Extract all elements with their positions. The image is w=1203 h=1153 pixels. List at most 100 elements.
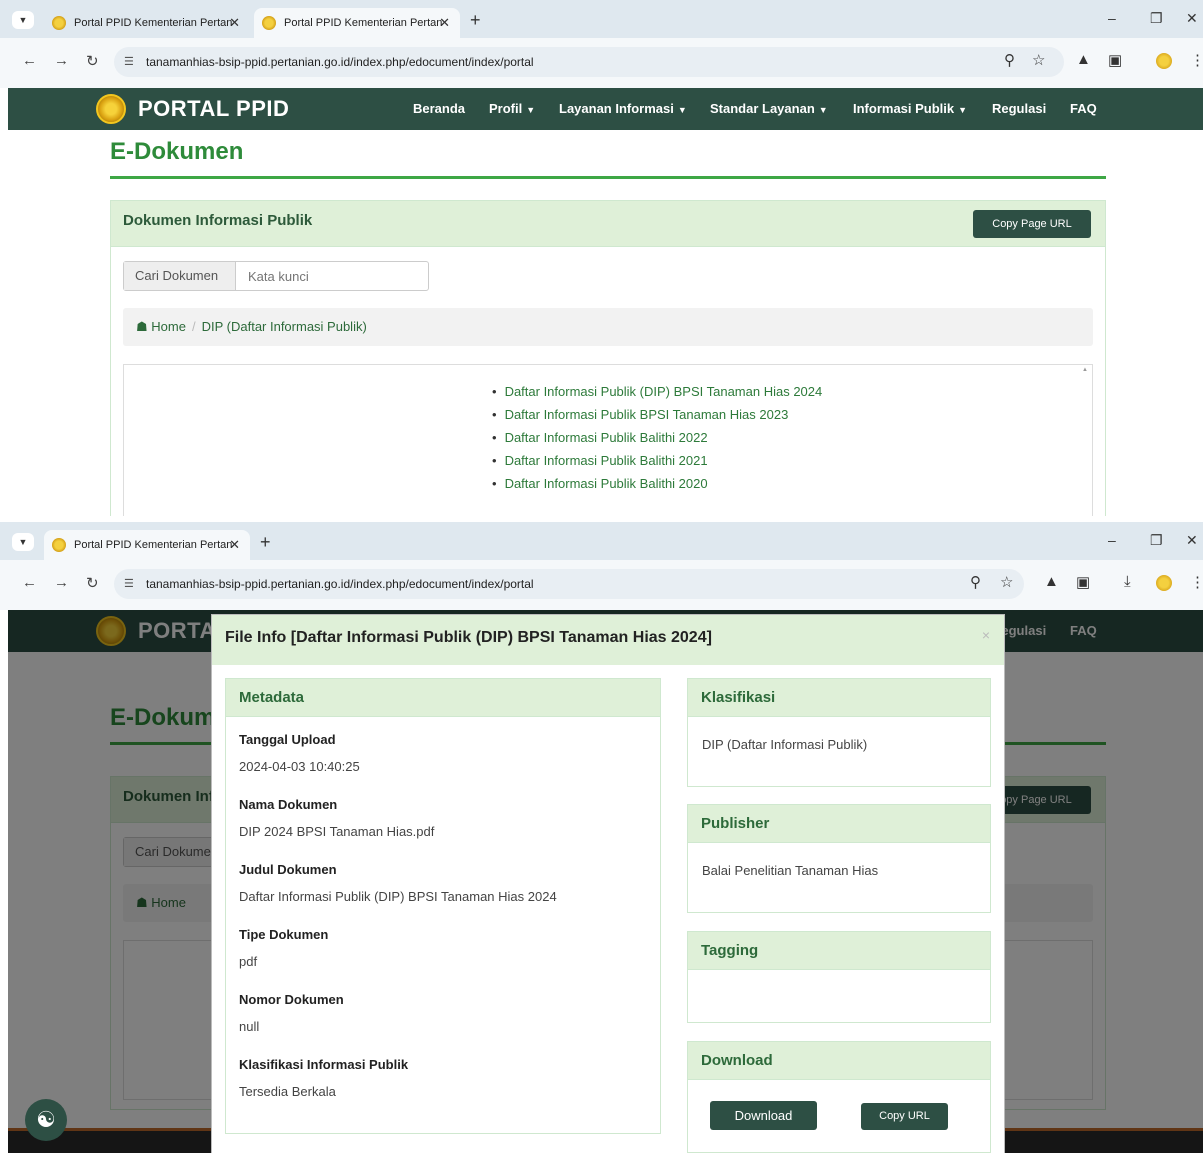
nav-label: Informasi Publik xyxy=(853,101,955,116)
nav-item-profil[interactable]: Profil ▼ xyxy=(489,101,535,116)
ppid-favicon-icon xyxy=(262,16,276,30)
tab-strip: ▼ Portal PPID Kementerian Pertan ✕ Porta… xyxy=(0,0,1203,38)
minimize-button[interactable]: – xyxy=(1108,532,1116,548)
modal-close-icon[interactable]: × xyxy=(982,627,990,643)
caret-down-icon: ▼ xyxy=(818,105,828,115)
klasifikasi-title: Klasifikasi xyxy=(688,679,990,717)
tab-search-chevron-icon[interactable]: ▼ xyxy=(12,11,34,29)
document-link[interactable]: Daftar Informasi Publik (DIP) BPSI Tanam… xyxy=(492,383,823,406)
breadcrumb: ☗ Home / DIP (Daftar Informasi Publik) xyxy=(123,308,1093,346)
minimize-button[interactable]: – xyxy=(1108,10,1116,26)
browser-tab-inactive[interactable]: Portal PPID Kementerian Pertan ✕ xyxy=(44,8,250,38)
restore-button[interactable]: ❐ xyxy=(1150,532,1163,549)
publisher-value: Balai Penelitian Tanaman Hias xyxy=(702,863,879,878)
nav-item-informasi-publik[interactable]: Informasi Publik ▼ xyxy=(853,101,967,116)
brand-title[interactable]: PORTAL PPID xyxy=(138,96,289,122)
accessibility-icon[interactable]: ☯ xyxy=(25,1099,67,1141)
metadata-fields: Tanggal Upload 2024-04-03 10:40:25 Nama … xyxy=(239,731,639,1121)
kebab-menu-icon[interactable]: ⋮ xyxy=(1190,51,1203,69)
back-arrow-icon[interactable]: ← xyxy=(22,52,37,69)
close-window-button[interactable]: ✕ xyxy=(1186,532,1198,549)
profile-avatar-icon[interactable] xyxy=(1156,575,1172,591)
bookmark-star-icon[interactable]: ☆ xyxy=(1032,51,1045,69)
reload-icon[interactable]: ↻ xyxy=(86,52,99,70)
password-key-icon[interactable]: ⚲ xyxy=(970,573,981,591)
password-key-icon[interactable]: ⚲ xyxy=(1004,51,1015,69)
scrollbar-up-icon[interactable]: ▲ xyxy=(1082,367,1090,373)
download-button[interactable]: Download xyxy=(710,1101,817,1130)
tagging-title: Tagging xyxy=(688,932,990,970)
klasifikasi-box: Klasifikasi DIP (Daftar Informasi Publik… xyxy=(687,678,991,787)
extension-icon[interactable]: ▲ xyxy=(1076,51,1091,68)
nav-item-faq[interactable]: FAQ xyxy=(1070,101,1097,116)
klasifikasi-value: DIP (Daftar Informasi Publik) xyxy=(702,737,868,752)
document-link[interactable]: Daftar Informasi Publik Balithi 2020 xyxy=(492,475,822,498)
new-tab-button[interactable]: + xyxy=(260,532,271,553)
tab-close-icon[interactable]: ✕ xyxy=(229,8,240,38)
kebab-menu-icon[interactable]: ⋮ xyxy=(1190,573,1203,591)
bookmark-star-icon[interactable]: ☆ xyxy=(1000,573,1013,591)
extension-icon[interactable]: ▲ xyxy=(1044,573,1059,590)
document-list-box: Daftar Informasi Publik (DIP) BPSI Tanam… xyxy=(123,364,1093,516)
download-icon[interactable]: ⤓ xyxy=(1124,573,1131,590)
site-info-icon[interactable]: ☰ xyxy=(124,569,134,599)
document-panel: Dokumen Informasi Publik Copy Page URL C… xyxy=(110,200,1106,516)
forward-arrow-icon[interactable]: → xyxy=(54,574,69,591)
metadata-box: Metadata Tanggal Upload 2024-04-03 10:40… xyxy=(225,678,661,1134)
nav-item-standar-layanan[interactable]: Standar Layanan ▼ xyxy=(710,101,828,116)
site-info-icon[interactable]: ☰ xyxy=(124,47,134,77)
page-title: E-Dokumen xyxy=(110,138,244,165)
address-toolbar: ← → ↻ ☰ tanamanhias-bsip-ppid.pertanian.… xyxy=(0,38,1203,88)
tab-search-chevron-icon[interactable]: ▼ xyxy=(12,533,34,551)
tab-close-icon[interactable]: ✕ xyxy=(229,530,240,560)
reload-icon[interactable]: ↻ xyxy=(86,574,99,592)
copy-page-url-button[interactable]: Copy Page URL xyxy=(973,210,1091,238)
document-list: Daftar Informasi Publik (DIP) BPSI Tanam… xyxy=(492,383,823,498)
panel-header: Dokumen Informasi Publik Copy Page URL xyxy=(111,201,1105,247)
breadcrumb-current[interactable]: DIP (Daftar Informasi Publik) xyxy=(202,319,367,334)
copy-url-button[interactable]: Copy URL xyxy=(861,1103,948,1130)
close-window-button[interactable]: ✕ xyxy=(1186,10,1198,27)
address-bar[interactable]: ☰ tanamanhias-bsip-ppid.pertanian.go.id/… xyxy=(114,569,1024,599)
document-link[interactable]: Daftar Informasi Publik Balithi 2021 xyxy=(492,452,822,475)
puzzle-extensions-icon[interactable]: ▣ xyxy=(1108,51,1122,69)
forward-arrow-icon[interactable]: → xyxy=(54,52,69,69)
nav-item-beranda[interactable]: Beranda xyxy=(413,101,465,116)
download-box: Download Download Copy URL xyxy=(687,1041,991,1153)
nav-item-regulasi[interactable]: Regulasi xyxy=(992,101,1046,116)
nav-label: Beranda xyxy=(413,101,466,116)
browser-tab-active[interactable]: Portal PPID Kementerian Pertan ✕ xyxy=(44,530,250,560)
tab-title: Portal PPID Kementerian Pertan xyxy=(74,17,233,29)
ppid-logo-icon xyxy=(96,94,126,124)
browser-window-modal: ▼ Portal PPID Kementerian Pertan ✕ + – ❐… xyxy=(0,522,1203,1153)
profile-avatar-icon[interactable] xyxy=(1156,53,1172,69)
nav-label: Profil xyxy=(489,101,523,116)
field-label: Nama Dokumen xyxy=(239,797,338,812)
tab-close-icon[interactable]: ✕ xyxy=(439,8,450,38)
file-info-modal: File Info [Daftar Informasi Publik (DIP)… xyxy=(211,614,1005,1153)
field-value: null xyxy=(239,1019,260,1034)
tab-strip: ▼ Portal PPID Kementerian Pertan ✕ + – ❐… xyxy=(0,522,1203,560)
document-link[interactable]: Daftar Informasi Publik Balithi 2022 xyxy=(492,429,822,452)
field-value: 2024-04-03 10:40:25 xyxy=(239,759,360,774)
search-input[interactable] xyxy=(236,262,428,290)
field-label: Klasifikasi Informasi Publik xyxy=(239,1057,409,1072)
back-arrow-icon[interactable]: ← xyxy=(22,574,37,591)
breadcrumb-home[interactable]: ☗ Home xyxy=(136,319,186,334)
puzzle-extensions-icon[interactable]: ▣ xyxy=(1076,573,1090,591)
new-tab-button[interactable]: + xyxy=(470,10,481,31)
browser-window-page: ▼ Portal PPID Kementerian Pertan ✕ Porta… xyxy=(0,0,1203,516)
modal-header: File Info [Daftar Informasi Publik (DIP)… xyxy=(212,615,1004,665)
metadata-title: Metadata xyxy=(226,679,660,717)
address-toolbar: ← → ↻ ☰ tanamanhias-bsip-ppid.pertanian.… xyxy=(0,560,1203,610)
nav-item-layanan-informasi[interactable]: Layanan Informasi ▼ xyxy=(559,101,687,116)
field-label: Nomor Dokumen xyxy=(239,992,344,1007)
panel-title: Dokumen Informasi Publik xyxy=(123,212,313,229)
restore-button[interactable]: ❐ xyxy=(1150,10,1163,27)
publisher-box: Publisher Balai Penelitian Tanaman Hias xyxy=(687,804,991,913)
address-bar[interactable]: ☰ tanamanhias-bsip-ppid.pertanian.go.id/… xyxy=(114,47,1064,77)
browser-tab-active[interactable]: Portal PPID Kementerian Pertan ✕ xyxy=(254,8,460,38)
document-link[interactable]: Daftar Informasi Publik BPSI Tanaman Hia… xyxy=(492,406,822,429)
nav-label: Standar Layanan xyxy=(710,101,815,116)
site-navbar: PORTAL PPID Beranda Profil ▼ Layanan Info… xyxy=(8,88,1203,130)
